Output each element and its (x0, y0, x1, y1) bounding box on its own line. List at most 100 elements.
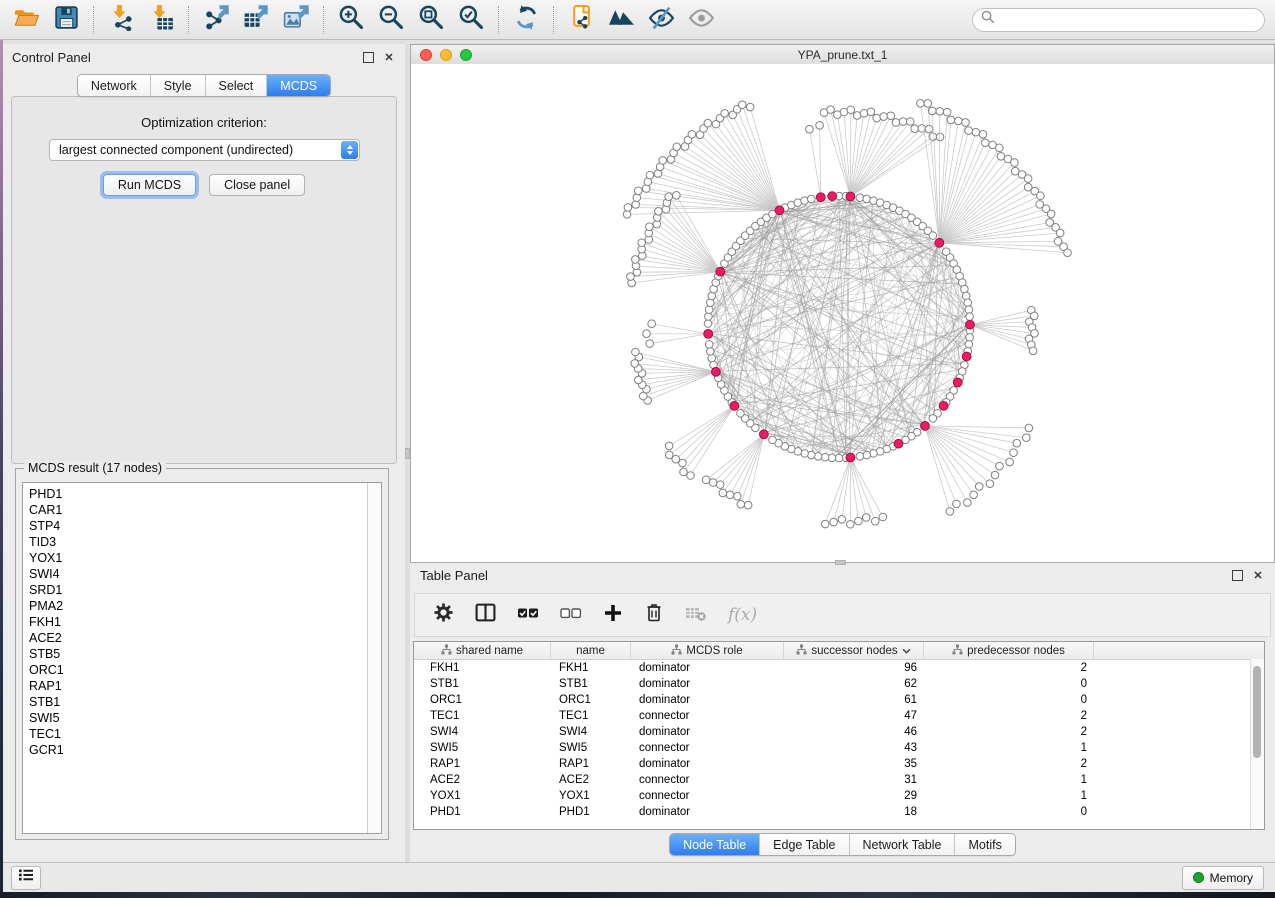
tab-network-table[interactable]: Network Table (849, 834, 955, 855)
zoom-selected-button[interactable] (451, 3, 491, 37)
mcds-result-item[interactable]: ACE2 (23, 630, 381, 646)
table-panel-float-button[interactable] (1230, 568, 1244, 582)
export-image-button[interactable] (276, 3, 316, 37)
fx-icon: f(x) (728, 605, 757, 625)
table-row[interactable]: ACE2ACE2connector311 (414, 772, 1264, 788)
split-columns-icon (475, 603, 496, 627)
table-cell: connector (631, 774, 784, 786)
tab-node-table[interactable]: Node Table (670, 834, 759, 855)
save-session-button[interactable] (46, 3, 86, 37)
open-session-button[interactable] (6, 3, 46, 37)
delete-column-button[interactable] (644, 602, 664, 628)
eye-icon (688, 4, 715, 36)
table-row[interactable]: SWI4SWI4dominator462 (414, 724, 1264, 740)
tab-network[interactable]: Network (78, 75, 150, 96)
table-cell: FKH1 (551, 662, 631, 674)
optimization-criterion-label: Optimization criterion: (12, 115, 396, 130)
table-panel-close-button[interactable]: ✕ (1251, 568, 1265, 582)
memory-button[interactable]: Memory (1182, 866, 1264, 890)
column-header-successor-nodes[interactable]: successor nodes (784, 642, 924, 659)
mcds-result-item[interactable]: TEC1 (23, 726, 381, 742)
select-all-button[interactable] (517, 605, 539, 626)
table-row[interactable]: TEC1TEC1connector472 (414, 708, 1264, 724)
tab-edge-table[interactable]: Edge Table (759, 834, 848, 855)
mcds-result-item[interactable]: YOX1 (23, 550, 381, 566)
mcds-result-item[interactable]: STB5 (23, 646, 381, 662)
mcds-result-item[interactable]: CAR1 (23, 502, 381, 518)
plus-icon (603, 603, 623, 628)
import-network-button[interactable] (101, 3, 141, 37)
close-panel-button[interactable]: Close panel (209, 174, 305, 196)
export-table-button[interactable] (236, 3, 276, 37)
table-cell: ACE2 (551, 774, 631, 786)
table-row[interactable]: RAP1RAP1dominator352 (414, 756, 1264, 772)
table-cell: dominator (631, 662, 784, 674)
table-row[interactable]: ORC1ORC1dominator610 (414, 692, 1264, 708)
optimization-criterion-select[interactable]: largest connected component (undirected) (49, 139, 360, 161)
navigator-button[interactable] (601, 3, 641, 37)
mcds-result-item[interactable]: ORC1 (23, 662, 381, 678)
shared-column-icon (671, 644, 682, 658)
table-vertical-scrollbar[interactable] (1250, 659, 1264, 829)
horizontal-splitter-handle[interactable] (835, 560, 846, 565)
table-cell: ORC1 (414, 694, 551, 706)
delete-table-button-disabled (685, 604, 707, 627)
zoom-fit-button[interactable] (411, 3, 451, 37)
toolbar-separator (553, 6, 554, 34)
memory-label: Memory (1210, 871, 1253, 885)
mcds-result-item[interactable]: SWI4 (23, 566, 381, 582)
desktop-wallpaper-bottom (0, 892, 1275, 898)
table-settings-button[interactable] (433, 602, 454, 628)
mcds-result-item[interactable]: SRD1 (23, 582, 381, 598)
network-graph[interactable] (411, 64, 1274, 561)
tab-motifs[interactable]: Motifs (954, 834, 1014, 855)
column-header-shared-name[interactable]: shared name (414, 642, 551, 659)
main-toolbar (0, 0, 1275, 40)
zoom-out-button[interactable] (371, 3, 411, 37)
desktop-wallpaper-left (0, 40, 3, 898)
table-row[interactable]: PHD1PHD1dominator180 (414, 804, 1264, 820)
control-panel-close-button[interactable]: ✕ (382, 50, 396, 64)
mcds-result-item[interactable]: RAP1 (23, 678, 381, 694)
mcds-result-item[interactable]: STB1 (23, 694, 381, 710)
float-icon (363, 52, 374, 63)
mcds-list-scrollbar[interactable] (367, 483, 381, 833)
column-header-predecessor-nodes[interactable]: predecessor nodes (924, 642, 1094, 659)
mcds-result-list[interactable]: PHD1CAR1STP4TID3YOX1SWI4SRD1PMA2FKH1ACE2… (22, 482, 382, 834)
hide-selected-button[interactable] (641, 3, 681, 37)
select-stepper-icon (341, 141, 358, 159)
scrollbar-thumb[interactable] (1253, 666, 1261, 758)
mcds-result-item[interactable]: PMA2 (23, 598, 381, 614)
control-panel-float-button[interactable] (361, 50, 375, 64)
table-cell: 2 (924, 758, 1094, 770)
mcds-result-item[interactable]: TID3 (23, 534, 381, 550)
column-header-MCDS-role[interactable]: MCDS role (631, 642, 784, 659)
column-header-name[interactable]: name (551, 642, 631, 659)
table-row[interactable]: YOX1YOX1connector291 (414, 788, 1264, 804)
show-all-button[interactable] (681, 3, 721, 37)
add-column-button[interactable] (603, 603, 623, 628)
tab-mcds[interactable]: MCDS (266, 75, 330, 96)
mcds-result-item[interactable]: SWI5 (23, 710, 381, 726)
table-row[interactable]: FKH1FKH1dominator962 (414, 660, 1264, 676)
mcds-result-item[interactable]: GCR1 (23, 742, 381, 758)
import-table-button[interactable] (141, 3, 181, 37)
run-mcds-button[interactable]: Run MCDS (103, 174, 196, 196)
tab-select[interactable]: Select (205, 75, 267, 96)
table-row[interactable]: SWI5SWI5connector431 (414, 740, 1264, 756)
zoom-in-button[interactable] (331, 3, 371, 37)
task-history-button[interactable] (11, 866, 41, 890)
deselect-all-button[interactable] (560, 605, 582, 626)
table-row[interactable]: STB1STB1dominator620 (414, 676, 1264, 692)
refresh-layout-button[interactable] (506, 3, 546, 37)
network-from-selection-button[interactable] (561, 3, 601, 37)
export-network-button[interactable] (196, 3, 236, 37)
mcds-result-item[interactable]: STP4 (23, 518, 381, 534)
network-canvas[interactable] (411, 64, 1274, 562)
search-input[interactable] (1001, 12, 1256, 28)
tab-style[interactable]: Style (150, 75, 205, 96)
mcds-result-item[interactable]: FKH1 (23, 614, 381, 630)
mcds-result-item[interactable]: PHD1 (23, 486, 381, 502)
search-field[interactable] (972, 8, 1265, 32)
show-column-panel-button[interactable] (475, 603, 496, 627)
